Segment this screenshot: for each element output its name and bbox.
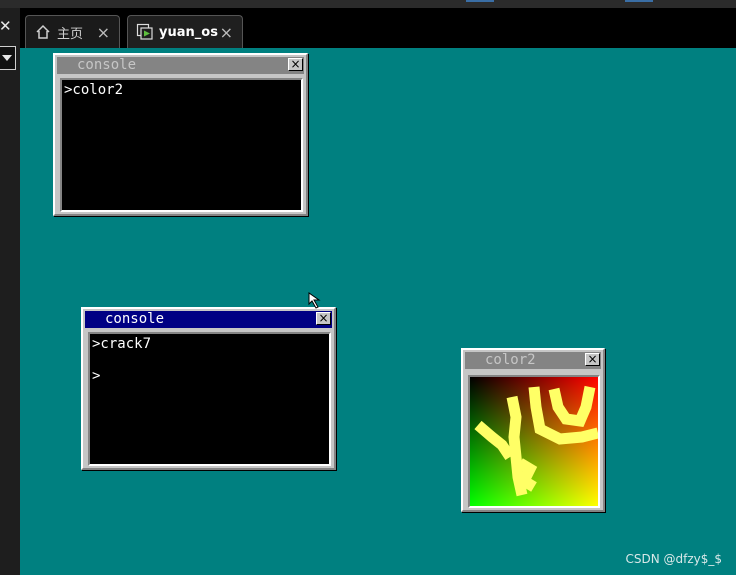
window-titlebar[interactable]: console	[57, 57, 304, 74]
window-title: console	[77, 57, 137, 73]
console-line: >	[92, 368, 101, 384]
tab-home-close-icon[interactable]: ×	[97, 23, 110, 42]
panel-dropdown-button[interactable]	[0, 46, 16, 70]
console-text-area[interactable]: >color2	[60, 78, 303, 212]
toolbar-indicator	[625, 0, 653, 2]
close-icon[interactable]: ×	[585, 353, 600, 366]
window-title: console	[105, 311, 165, 327]
tab-home[interactable]: 主页 ×	[25, 15, 120, 48]
host-side-panel: ✕	[0, 8, 20, 575]
console-window-active[interactable]: console × >crack7 >	[81, 307, 336, 470]
window-titlebar[interactable]: console	[85, 311, 332, 328]
close-icon[interactable]: ×	[316, 312, 331, 325]
close-icon[interactable]: ×	[288, 58, 303, 71]
panel-close-icon[interactable]: ✕	[0, 17, 12, 35]
tab-vm-close-icon[interactable]: ×	[220, 23, 233, 42]
host-top-bar	[0, 0, 736, 8]
color-canvas[interactable]	[468, 375, 600, 508]
tab-vm[interactable]: yuan_os ×	[127, 15, 243, 48]
host-tab-bar: 主页 × yuan_os ×	[20, 8, 736, 48]
console-line: >color2	[64, 82, 124, 98]
window-titlebar[interactable]: color2	[465, 352, 601, 369]
tab-home-label: 主页	[57, 26, 84, 42]
color2-window[interactable]: color2 ×	[461, 348, 605, 512]
home-icon	[34, 23, 52, 41]
window-title: color2	[485, 352, 536, 368]
color-gradient-canvas	[470, 377, 598, 506]
console-window[interactable]: console × >color2	[53, 53, 308, 216]
console-line: >crack7	[92, 336, 152, 352]
toolbar-indicator	[466, 0, 494, 2]
vm-play-icon	[136, 23, 154, 41]
console-text-area[interactable]: >crack7 >	[88, 332, 331, 466]
mouse-cursor-icon	[308, 292, 321, 309]
watermark: CSDN @dfzy$_$	[625, 552, 722, 566]
tab-vm-label: yuan_os	[159, 24, 218, 40]
